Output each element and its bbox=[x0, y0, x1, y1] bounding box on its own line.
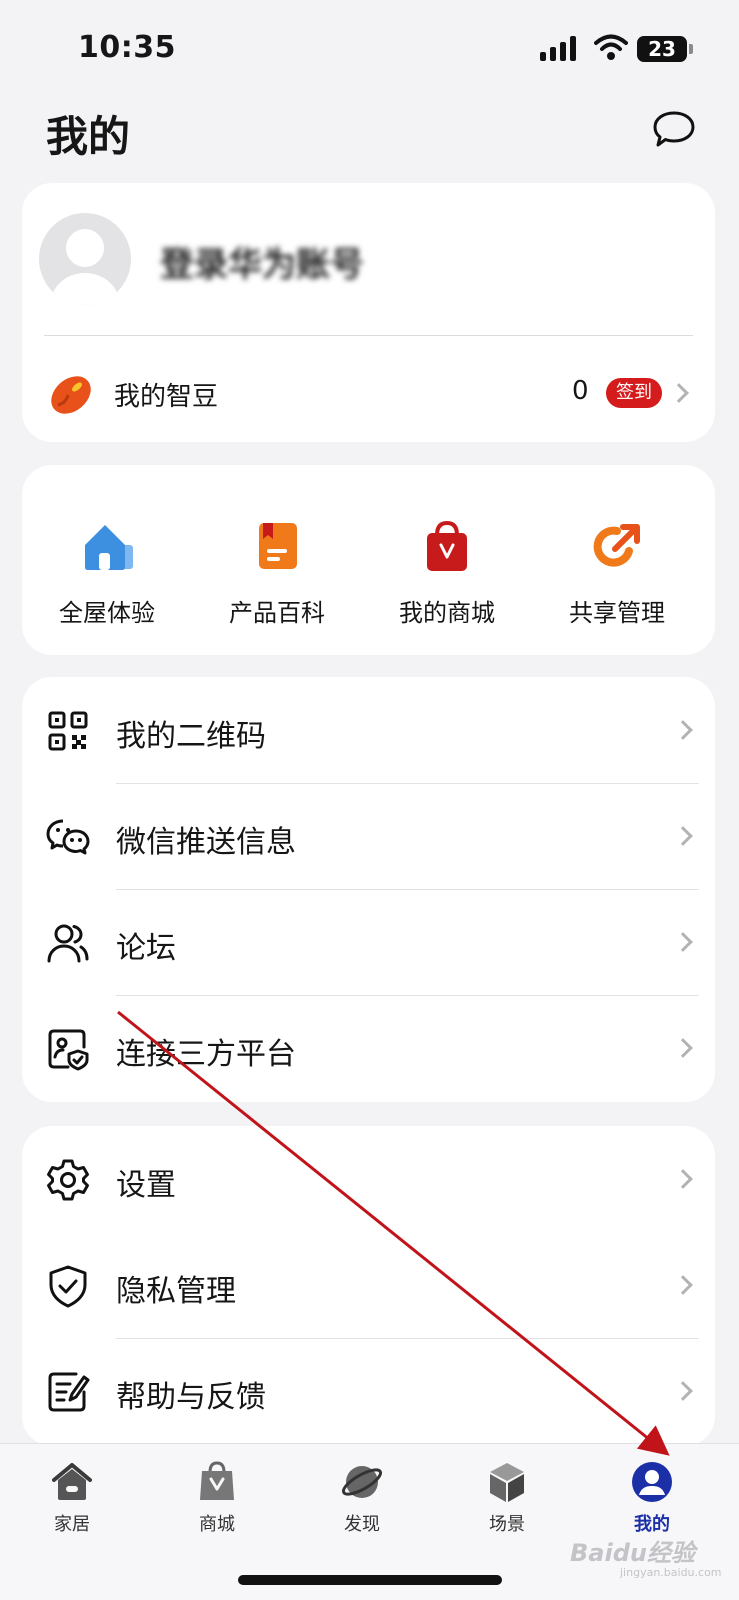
menu-item-help-feedback[interactable]: 帮助与反馈 bbox=[22, 1338, 715, 1444]
store-tab-icon bbox=[200, 1461, 234, 1500]
menu-item-privacy[interactable]: 隐私管理 bbox=[22, 1232, 715, 1338]
tab-label: 发现 bbox=[344, 1514, 380, 1535]
chevron-right-icon bbox=[669, 383, 689, 403]
menu-card-secondary: 设置 隐私管理 帮助与反馈 bbox=[22, 1126, 715, 1446]
home-indicator bbox=[238, 1575, 502, 1585]
divider bbox=[44, 335, 693, 336]
chevron-right-icon bbox=[673, 1275, 693, 1295]
third-party-link-icon bbox=[48, 1029, 89, 1071]
tab-label: 家居 bbox=[54, 1514, 90, 1535]
beans-count: 0 bbox=[572, 376, 589, 406]
chevron-right-icon bbox=[673, 826, 693, 846]
service-label: 产品百科 bbox=[229, 599, 325, 627]
menu-item-forum[interactable]: 论坛 bbox=[22, 889, 715, 995]
avatar-head-shape bbox=[66, 229, 104, 267]
tab-home[interactable]: 家居 bbox=[12, 1460, 132, 1536]
watermark-logo: Baidu经验 bbox=[570, 1539, 695, 1567]
tab-me[interactable]: 我的 bbox=[592, 1460, 712, 1536]
scene-cube-icon bbox=[490, 1463, 524, 1502]
profile-tab-icon bbox=[632, 1462, 672, 1502]
menu-item-label: 设置 bbox=[116, 1168, 176, 1203]
menu-item-label: 隐私管理 bbox=[116, 1274, 236, 1309]
service-label: 共享管理 bbox=[569, 599, 665, 627]
status-bar: 10:35 23 bbox=[0, 0, 739, 96]
smart-bean-icon bbox=[51, 376, 91, 414]
discover-planet-icon bbox=[341, 1466, 383, 1498]
house-icon bbox=[85, 525, 133, 570]
service-share-management[interactable]: 共享管理 bbox=[532, 517, 702, 628]
status-time: 10:35 bbox=[78, 30, 176, 65]
wechat-icon bbox=[46, 819, 90, 855]
feedback-edit-icon bbox=[48, 1372, 90, 1412]
wifi-icon bbox=[594, 34, 628, 60]
shopping-bag-icon bbox=[427, 520, 467, 571]
menu-item-label: 论坛 bbox=[116, 931, 176, 966]
menu-item-settings[interactable]: 设置 bbox=[22, 1126, 715, 1232]
services-card: 全屋体验 产品百科 我的商城 共享管理 bbox=[22, 465, 715, 655]
chevron-right-icon bbox=[673, 1038, 693, 1058]
tab-store[interactable]: 商城 bbox=[157, 1460, 277, 1536]
chevron-right-icon bbox=[673, 1381, 693, 1401]
service-label: 全屋体验 bbox=[59, 599, 155, 627]
avatar[interactable] bbox=[39, 213, 131, 305]
service-my-mall[interactable]: 我的商城 bbox=[362, 517, 532, 628]
menu-item-label: 帮助与反馈 bbox=[116, 1380, 266, 1415]
menu-item-label: 微信推送信息 bbox=[116, 825, 296, 860]
watermark-url: jingyan.baidu.com bbox=[620, 1566, 722, 1579]
share-arrow-icon bbox=[593, 524, 640, 567]
profile-card: 登录华为账号 我的智豆 0 签到 bbox=[22, 183, 715, 442]
home-tab-icon bbox=[52, 1463, 92, 1500]
menu-item-label: 连接三方平台 bbox=[116, 1037, 296, 1072]
cellular-signal-icon bbox=[540, 35, 578, 61]
page-title: 我的 bbox=[46, 112, 131, 161]
service-product-encyclopedia[interactable]: 产品百科 bbox=[192, 517, 362, 628]
menu-item-my-qr-code[interactable]: 我的二维码 bbox=[22, 677, 715, 783]
users-icon bbox=[47, 924, 89, 963]
menu-item-label: 我的二维码 bbox=[116, 719, 266, 754]
login-account-label[interactable]: 登录华为账号 bbox=[160, 237, 364, 286]
tab-label: 场景 bbox=[489, 1514, 525, 1535]
service-whole-home-experience[interactable]: 全屋体验 bbox=[22, 517, 192, 628]
checkin-button[interactable]: 签到 bbox=[606, 378, 662, 408]
shield-check-icon bbox=[49, 1265, 87, 1308]
battery-tip bbox=[689, 44, 693, 54]
tab-label: 商城 bbox=[199, 1514, 235, 1535]
menu-item-wechat-push[interactable]: 微信推送信息 bbox=[22, 783, 715, 889]
avatar-body-shape bbox=[51, 273, 119, 305]
chevron-right-icon bbox=[673, 720, 693, 740]
chevron-right-icon bbox=[673, 1169, 693, 1189]
menu-card-primary: 我的二维码 微信推送信息 论坛 连接三方平台 bbox=[22, 677, 715, 1102]
tab-scenes[interactable]: 场景 bbox=[447, 1460, 567, 1536]
book-icon bbox=[259, 523, 297, 569]
my-beans-label[interactable]: 我的智豆 bbox=[114, 376, 218, 413]
gear-icon bbox=[47, 1159, 89, 1201]
service-label: 我的商城 bbox=[399, 599, 495, 627]
menu-item-third-party-platform[interactable]: 连接三方平台 bbox=[22, 995, 715, 1101]
chevron-right-icon bbox=[673, 932, 693, 952]
message-bubble-icon[interactable] bbox=[652, 110, 696, 150]
qr-code-icon bbox=[48, 711, 88, 751]
battery-indicator: 23 bbox=[637, 36, 687, 62]
tab-discover[interactable]: 发现 bbox=[302, 1460, 422, 1536]
